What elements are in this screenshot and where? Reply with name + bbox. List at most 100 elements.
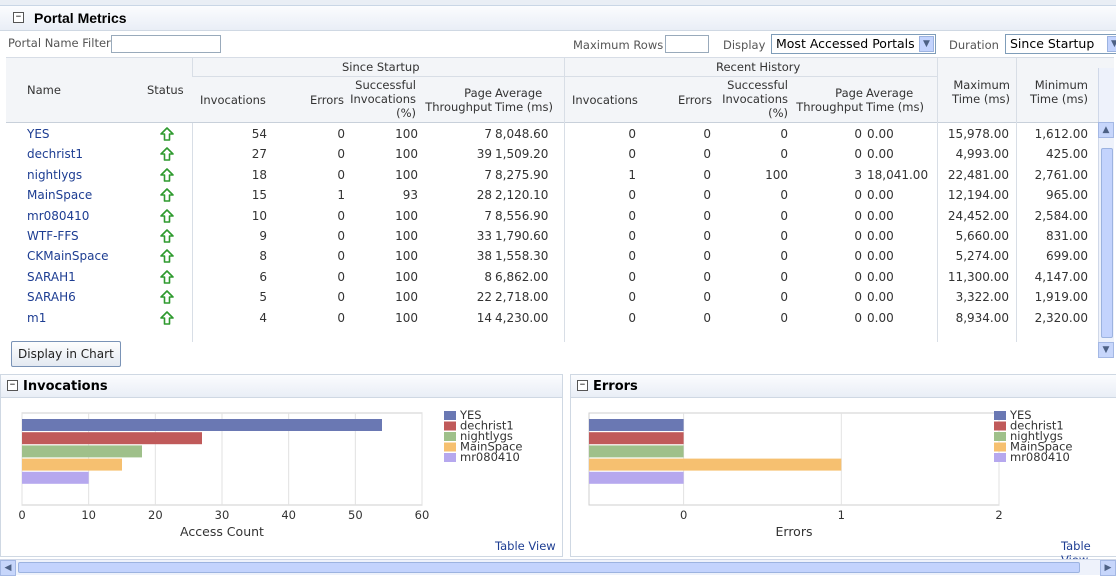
cell-min: 425.00 (1046, 147, 1088, 162)
portal-name-filter-input[interactable] (111, 35, 221, 53)
cell-s-page: 33 (476, 229, 492, 243)
portal-name-link[interactable]: dechrist1 (27, 147, 83, 161)
portal-name-link[interactable]: m1 (27, 311, 46, 325)
cell-r-page: 0 (854, 147, 862, 162)
col-s-avg[interactable]: Average Time (ms) (495, 86, 553, 114)
scroll-down-icon[interactable]: ▼ (1098, 342, 1114, 358)
scroll-left-icon[interactable]: ◀ (0, 560, 16, 576)
cell-min: 965.00 (1046, 188, 1088, 203)
table-vertical-scrollbar[interactable]: ▲ ▼ (1098, 68, 1114, 358)
table-row[interactable]: MainSpace 15 1 93 28 2,120.10 0 0 0 0 0.00 12,194.0… (6, 185, 1114, 205)
portal-name-link[interactable]: CKMainSpace (27, 249, 108, 263)
portal-name-link[interactable]: WTF-FFS (27, 229, 79, 243)
portal-name-link[interactable]: mr080410 (27, 209, 89, 223)
portal-name-link[interactable]: SARAH1 (27, 270, 76, 284)
chevron-down-icon[interactable]: ▼ (1107, 36, 1116, 52)
cell-s-err: 0 (337, 229, 345, 243)
cell-r-succ: 0 (780, 127, 788, 141)
cell-s-succ: 100 (395, 127, 418, 141)
cell-r-err: 0 (703, 208, 711, 223)
legend-swatch (444, 432, 456, 441)
table-view-link[interactable]: Table View (495, 539, 556, 553)
collapse-icon[interactable]: − (577, 380, 588, 391)
errors-panel: − Errors 0 1 2 Errors YES dechrist1 nightlygs M… (570, 374, 1116, 567)
scroll-right-icon[interactable]: ▶ (1100, 560, 1116, 576)
col-status[interactable]: Status (147, 83, 184, 97)
cell-max: 5,274.00 (955, 249, 1009, 264)
errors-title: Errors (593, 379, 638, 394)
cell-s-page: 7 (484, 127, 492, 141)
cell-s-inv: 4 (259, 310, 267, 325)
cell-s-succ: 100 (395, 290, 418, 305)
table-row[interactable]: WTF-FFS 9 0 100 33 1,790.60 0 0 0 0 0.00 5,660.00 83… (6, 226, 1114, 246)
scroll-thumb[interactable] (1101, 148, 1113, 338)
col-name[interactable]: Name (27, 83, 61, 97)
cell-min: 2,584.00 (1034, 208, 1088, 223)
x-tick-label: 2 (995, 508, 1002, 522)
col-min[interactable]: Minimum Time (ms) (1020, 78, 1088, 106)
errors-header: − Errors (571, 375, 1116, 398)
table-row[interactable]: CKMainSpace 8 0 100 38 1,558.30 0 0 0 0 0.00 5,274.… (6, 246, 1114, 266)
portal-name-link[interactable]: MainSpace (27, 188, 92, 202)
cell-s-err: 0 (337, 147, 345, 162)
max-rows-input[interactable] (665, 35, 709, 53)
table-row[interactable]: YES 54 0 100 7 8,048.60 0 0 0 0 0.00 15,978.00 1,612… (6, 124, 1114, 144)
cell-s-succ: 100 (395, 310, 418, 325)
legend-swatch (994, 432, 1006, 441)
metrics-table: Since Startup Recent History Name Status… (6, 57, 1114, 342)
horizontal-scroll-thumb[interactable] (18, 562, 1080, 573)
col-r-page[interactable]: Page Throughput (793, 86, 863, 114)
col-r-errors[interactable]: Errors (678, 93, 712, 107)
duration-select[interactable]: Since Startup ▼ (1005, 34, 1116, 54)
cell-r-avg: 0.00 (867, 208, 894, 223)
invocations-header: − Invocations (1, 375, 562, 398)
cell-s-inv: 18 (251, 167, 267, 182)
table-row[interactable]: SARAH1 6 0 100 8 6,862.00 0 0 0 0 0.00 11,300.00 4,1… (6, 267, 1114, 287)
cell-r-err: 0 (703, 188, 711, 203)
col-r-invocations[interactable]: Invocations (572, 93, 638, 107)
col-s-page[interactable]: Page Throughput (422, 86, 492, 114)
collapse-icon[interactable]: − (13, 12, 24, 23)
cell-s-page: 38 (476, 249, 492, 264)
cell-s-err: 0 (337, 290, 345, 305)
cell-s-succ: 100 (395, 208, 418, 223)
table-row[interactable]: SARAH6 5 0 100 22 2,718.00 0 0 0 0 0.00 3,322.00 1,9… (6, 287, 1114, 307)
collapse-icon[interactable]: − (7, 380, 18, 391)
display-select[interactable]: Most Accessed Portals ▼ (771, 34, 936, 54)
cell-max: 12,194.00 (947, 188, 1009, 203)
table-row[interactable]: m1 4 0 100 14 4,230.00 0 0 0 0 0.00 8,934.00 2,320.0… (6, 308, 1114, 328)
cell-s-inv: 10 (251, 208, 267, 223)
cell-s-err: 0 (337, 167, 345, 182)
col-r-avg[interactable]: Average Time (ms) (866, 86, 924, 114)
cell-max: 11,300.00 (947, 269, 1009, 284)
col-s-success[interactable]: Successful Invocations (%) (346, 78, 416, 120)
table-row[interactable]: nightlygs 18 0 100 7 8,275.90 1 0 100 3 18,041.00 2… (6, 165, 1114, 185)
portal-name-link[interactable]: SARAH6 (27, 290, 76, 304)
chevron-down-icon[interactable]: ▼ (919, 36, 934, 52)
cell-r-avg: 0.00 (867, 310, 894, 325)
table-row[interactable]: dechrist1 27 0 100 39 1,509.20 0 0 0 0 0.00 4,993.0… (6, 144, 1114, 164)
col-s-errors[interactable]: Errors (310, 93, 344, 107)
col-max[interactable]: Maximum Time (ms) (944, 78, 1010, 106)
scroll-up-icon[interactable]: ▲ (1098, 122, 1114, 138)
col-r-success[interactable]: Successful Invocations (%) (712, 78, 788, 120)
cell-s-page: 8 (484, 269, 492, 284)
portal-name-link[interactable]: YES (27, 127, 50, 141)
cell-s-avg: 6,862.00 (495, 269, 549, 284)
x-tick-label: 40 (281, 508, 296, 522)
cell-s-err: 0 (337, 127, 345, 141)
col-s-invocations[interactable]: Invocations (200, 93, 266, 107)
status-up-arrow-icon (159, 248, 175, 264)
cell-s-avg: 2,718.00 (495, 290, 549, 305)
x-axis-label: Access Count (180, 524, 264, 539)
cell-r-err: 0 (703, 310, 711, 325)
x-tick-label: 0 (680, 508, 687, 522)
table-row[interactable]: mr080410 10 0 100 7 8,556.90 0 0 0 0 0.00 24,452.00… (6, 206, 1114, 226)
cell-s-avg: 1,558.30 (495, 249, 549, 264)
bar (22, 419, 382, 431)
max-rows-label: Maximum Rows (573, 38, 664, 52)
portal-name-link[interactable]: nightlygs (27, 168, 82, 182)
page-horizontal-scrollbar[interactable]: ◀ ▶ (0, 559, 1116, 576)
cell-r-err: 0 (703, 127, 711, 141)
display-in-chart-button[interactable]: Display in Chart (11, 341, 121, 367)
